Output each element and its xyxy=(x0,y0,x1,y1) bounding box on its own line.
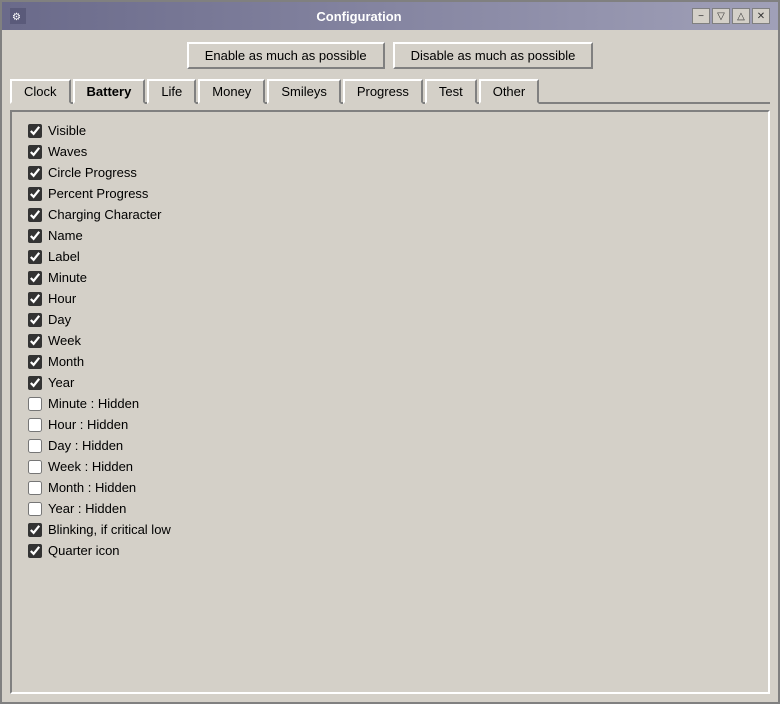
checkbox-day[interactable] xyxy=(28,313,42,327)
checkbox-item: Circle Progress xyxy=(28,162,752,183)
tab-progress[interactable]: Progress xyxy=(343,79,423,104)
checkbox-day_hidden[interactable] xyxy=(28,439,42,453)
checkbox-item: Month : Hidden xyxy=(28,477,752,498)
checkbox-label-day[interactable]: Day xyxy=(48,312,71,327)
checkbox-label-label[interactable]: Label xyxy=(48,249,80,264)
checkbox-item: Percent Progress xyxy=(28,183,752,204)
checkbox-name[interactable] xyxy=(28,229,42,243)
restore-button[interactable]: ▽ xyxy=(712,8,730,24)
checkbox-item: Week : Hidden xyxy=(28,456,752,477)
enable-button[interactable]: Enable as much as possible xyxy=(187,42,385,69)
checkbox-label-quarter_icon[interactable]: Quarter icon xyxy=(48,543,120,558)
checkbox-week[interactable] xyxy=(28,334,42,348)
checkbox-item: Quarter icon xyxy=(28,540,752,561)
checkbox-label[interactable] xyxy=(28,250,42,264)
checkbox-circle_progress[interactable] xyxy=(28,166,42,180)
tab-money[interactable]: Money xyxy=(198,79,265,104)
checkbox-item: Week xyxy=(28,330,752,351)
disable-button[interactable]: Disable as much as possible xyxy=(393,42,594,69)
checkbox-charging_character[interactable] xyxy=(28,208,42,222)
tab-clock[interactable]: Clock xyxy=(10,79,71,104)
checkbox-label-percent_progress[interactable]: Percent Progress xyxy=(48,186,148,201)
window-title: Configuration xyxy=(26,9,692,24)
tab-other[interactable]: Other xyxy=(479,79,540,104)
checkbox-item: Hour : Hidden xyxy=(28,414,752,435)
checkbox-label-name[interactable]: Name xyxy=(48,228,83,243)
checkbox-minute[interactable] xyxy=(28,271,42,285)
checkbox-label-week[interactable]: Week xyxy=(48,333,81,348)
window-content: Enable as much as possible Disable as mu… xyxy=(2,30,778,702)
tab-life[interactable]: Life xyxy=(147,79,196,104)
checkbox-label-visible[interactable]: Visible xyxy=(48,123,86,138)
checkbox-year_hidden[interactable] xyxy=(28,502,42,516)
close-button[interactable]: ✕ xyxy=(752,8,770,24)
checkbox-label-circle_progress[interactable]: Circle Progress xyxy=(48,165,137,180)
title-bar: ⚙ Configuration − ▽ △ ✕ xyxy=(2,2,778,30)
app-icon: ⚙ xyxy=(10,8,26,24)
tab-smileys[interactable]: Smileys xyxy=(267,79,341,104)
checkbox-item: Day xyxy=(28,309,752,330)
checkbox-item: Hour xyxy=(28,288,752,309)
minimize-button[interactable]: − xyxy=(692,8,710,24)
checkbox-label-year_hidden[interactable]: Year : Hidden xyxy=(48,501,126,516)
checkbox-label-waves[interactable]: Waves xyxy=(48,144,87,159)
checkbox-item: Visible xyxy=(28,120,752,141)
checkbox-item: Blinking, if critical low xyxy=(28,519,752,540)
checkbox-hour_hidden[interactable] xyxy=(28,418,42,432)
tab-content-battery: Visible Waves Circle Progress Percent Progr… xyxy=(10,110,770,694)
checkbox-item: Name xyxy=(28,225,752,246)
checkbox-item: Month xyxy=(28,351,752,372)
main-window: ⚙ Configuration − ▽ △ ✕ Enable as much a… xyxy=(0,0,780,704)
checkbox-label-hour_hidden[interactable]: Hour : Hidden xyxy=(48,417,128,432)
svg-text:⚙: ⚙ xyxy=(12,12,21,23)
top-buttons-bar: Enable as much as possible Disable as mu… xyxy=(10,38,770,73)
checkbox-label-minute[interactable]: Minute xyxy=(48,270,87,285)
checkbox-label-week_hidden[interactable]: Week : Hidden xyxy=(48,459,133,474)
checkbox-year[interactable] xyxy=(28,376,42,390)
checkbox-item: Day : Hidden xyxy=(28,435,752,456)
checkbox-week_hidden[interactable] xyxy=(28,460,42,474)
window-controls: − ▽ △ ✕ xyxy=(692,8,770,24)
checkbox-label-month[interactable]: Month xyxy=(48,354,84,369)
checkbox-item: Minute : Hidden xyxy=(28,393,752,414)
checkbox-item: Label xyxy=(28,246,752,267)
tabs-bar: Clock Battery Life Money Smileys Progres… xyxy=(10,79,770,104)
tab-battery[interactable]: Battery xyxy=(73,79,146,104)
checkbox-label-hour[interactable]: Hour xyxy=(48,291,76,306)
maximize-button[interactable]: △ xyxy=(732,8,750,24)
checkbox-minute_hidden[interactable] xyxy=(28,397,42,411)
checkbox-item: Waves xyxy=(28,141,752,162)
checkbox-item: Year : Hidden xyxy=(28,498,752,519)
checkbox-label-month_hidden[interactable]: Month : Hidden xyxy=(48,480,136,495)
checkbox-item: Minute xyxy=(28,267,752,288)
tab-test[interactable]: Test xyxy=(425,79,477,104)
checkbox-label-blinking_critical[interactable]: Blinking, if critical low xyxy=(48,522,171,537)
checkbox-label-charging_character[interactable]: Charging Character xyxy=(48,207,161,222)
checkbox-blinking_critical[interactable] xyxy=(28,523,42,537)
checkbox-quarter_icon[interactable] xyxy=(28,544,42,558)
checkbox-month_hidden[interactable] xyxy=(28,481,42,495)
checkbox-hour[interactable] xyxy=(28,292,42,306)
checkbox-month[interactable] xyxy=(28,355,42,369)
checkbox-item: Charging Character xyxy=(28,204,752,225)
checkbox-label-day_hidden[interactable]: Day : Hidden xyxy=(48,438,123,453)
checkbox-percent_progress[interactable] xyxy=(28,187,42,201)
checkbox-label-minute_hidden[interactable]: Minute : Hidden xyxy=(48,396,139,411)
checkbox-visible[interactable] xyxy=(28,124,42,138)
checkbox-item: Year xyxy=(28,372,752,393)
checkbox-waves[interactable] xyxy=(28,145,42,159)
checkbox-label-year[interactable]: Year xyxy=(48,375,74,390)
